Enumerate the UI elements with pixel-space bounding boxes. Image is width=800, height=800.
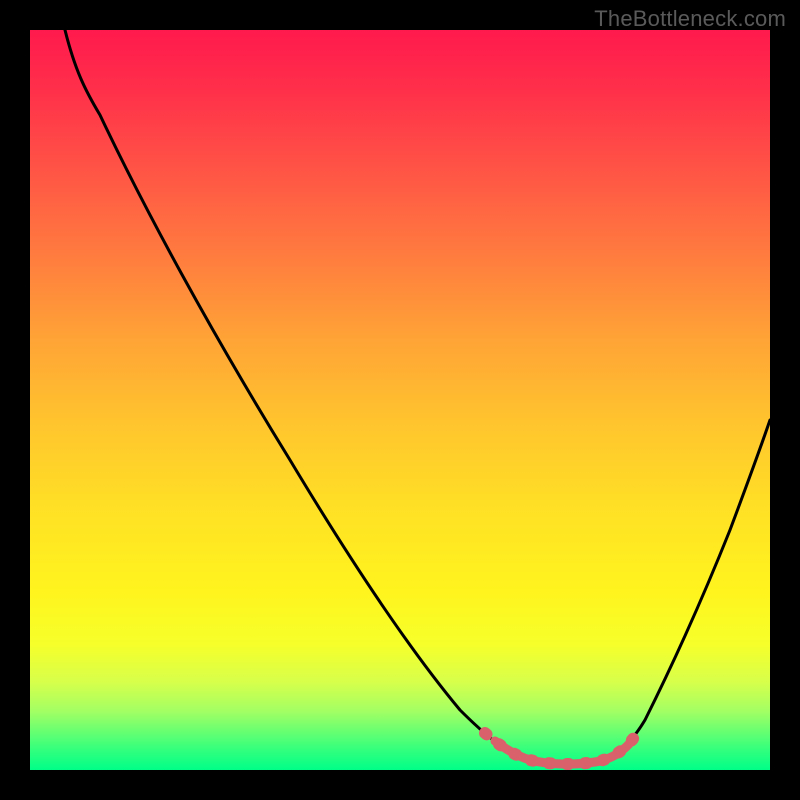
curve-svg	[30, 30, 770, 770]
bottleneck-curve-path	[65, 30, 770, 764]
watermark-text: TheBottleneck.com	[594, 6, 786, 32]
plot-area	[30, 30, 770, 770]
chart-frame: TheBottleneck.com	[0, 0, 800, 800]
